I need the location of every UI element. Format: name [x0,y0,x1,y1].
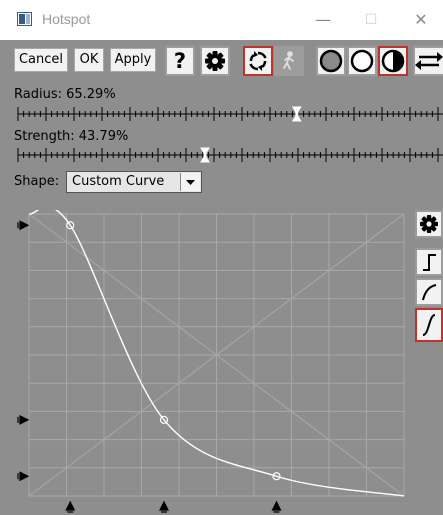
circle-dark-icon [319,49,343,73]
circle-half-button[interactable] [378,46,408,76]
curve-editor[interactable] [14,210,406,514]
curve-settings-button[interactable] [415,210,443,238]
maximize-button[interactable]: ☐ [360,8,382,32]
shape-dropdown[interactable]: Custom Curve [66,171,202,193]
y-marker[interactable] [17,220,30,231]
swap-button[interactable] [413,46,443,76]
shape-label: Shape: [14,174,60,189]
app-icon [17,12,32,26]
circle-dark-button[interactable] [316,46,346,76]
radius-slider[interactable] [17,104,443,124]
window-title: Hotspot [42,11,91,27]
step-curve-icon [423,254,436,271]
minimize-button[interactable]: — [312,8,334,32]
settings-button[interactable] [200,46,230,76]
figure-icon [283,51,294,70]
help-icon: ? [173,49,187,73]
radius-label: Radius: 65.29% [14,87,116,102]
swap-arrows-icon [415,52,443,70]
refresh-icon [249,51,267,71]
dropdown-arrow-button[interactable] [180,173,200,191]
strength-label: Strength: 43.79% [14,129,129,144]
shape-dropdown-value: Custom Curve [72,174,165,189]
ok-button[interactable]: OK [74,48,104,72]
figure-button [274,46,304,76]
circle-half-icon [381,49,405,73]
title-bar: Hotspot — ☐ ✕ [0,0,443,40]
x-marker[interactable] [65,500,76,513]
s-curve-button[interactable] [415,308,443,342]
s-curve-icon [422,314,436,336]
gradual-curve-icon [422,284,437,301]
circle-white-button[interactable] [347,46,377,76]
cancel-button[interactable]: Cancel [14,48,68,72]
gradual-curve-button[interactable] [415,278,443,306]
refresh-button[interactable] [243,46,273,76]
step-curve-button[interactable] [415,248,443,276]
x-marker[interactable] [159,500,169,513]
hotspot-panel: Cancel OK Apply ? Radius: 65.29% Strengt… [0,40,443,515]
chevron-down-icon [186,180,195,185]
help-button[interactable]: ? [165,46,195,76]
apply-button[interactable]: Apply [110,48,156,72]
y-marker[interactable] [17,414,30,425]
gear-icon [205,51,225,71]
strength-slider[interactable] [17,145,443,165]
gear-icon [420,215,438,233]
circle-white-icon [350,49,374,73]
y-marker[interactable] [17,471,30,482]
close-button[interactable]: ✕ [410,8,432,32]
x-marker[interactable] [271,500,282,513]
